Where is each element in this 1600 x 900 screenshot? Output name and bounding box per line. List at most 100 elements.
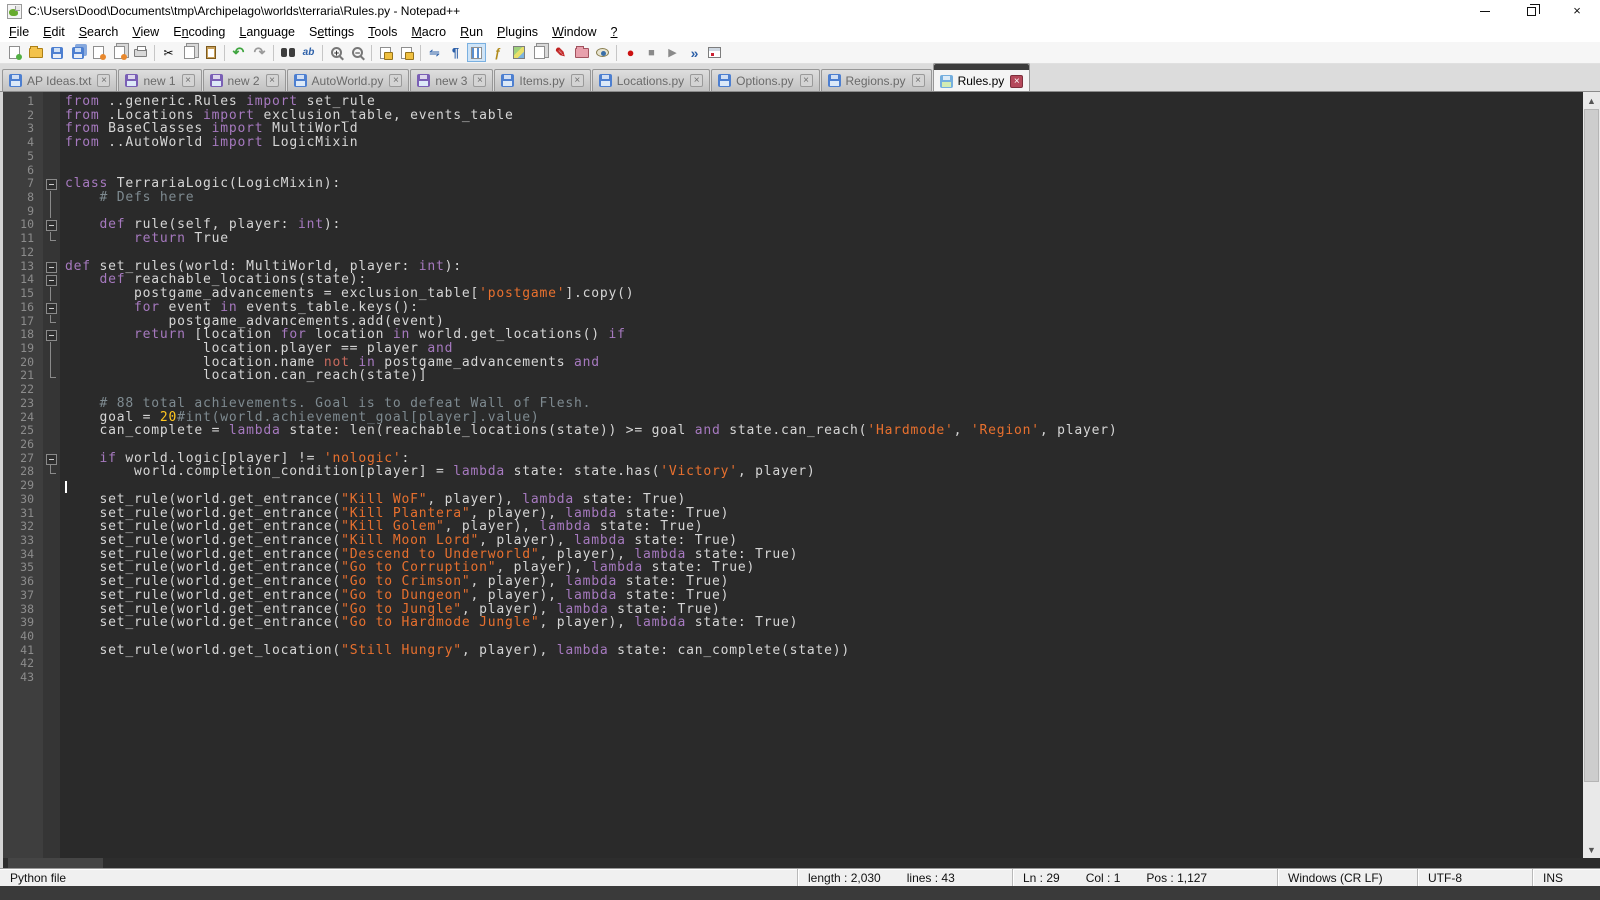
- line-number[interactable]: 33: [3, 534, 43, 548]
- close-button[interactable]: ×: [1554, 0, 1600, 22]
- tab-locations-py[interactable]: Locations.py×: [592, 69, 710, 91]
- line-number[interactable]: 32: [3, 520, 43, 534]
- tab-items-py[interactable]: Items.py×: [494, 69, 590, 91]
- line-number[interactable]: 30: [3, 493, 43, 507]
- vertical-scroll-thumb[interactable]: [1584, 109, 1599, 782]
- code-line-27[interactable]: if world.logic[player] != 'nologic':: [65, 452, 1583, 466]
- code-line-20[interactable]: location.name not in postgame_advancemen…: [65, 356, 1583, 370]
- line-number[interactable]: 11: [3, 232, 43, 246]
- close-icon[interactable]: [89, 43, 108, 62]
- code-line-4[interactable]: from ..AutoWorld import LogicMixin: [65, 136, 1583, 150]
- vertical-scrollbar[interactable]: ▲ ▼: [1583, 92, 1600, 858]
- line-number[interactable]: 10: [3, 218, 43, 232]
- tab-close-icon[interactable]: ×: [266, 74, 279, 87]
- editor[interactable]: 1234567891011121314151617181920212223242…: [0, 92, 1600, 858]
- menu-item-encoding[interactable]: Encoding: [166, 23, 232, 41]
- menu-item-help[interactable]: ?: [604, 23, 625, 41]
- tab-close-icon[interactable]: ×: [389, 74, 402, 87]
- code-line-16[interactable]: for event in events_table.keys():: [65, 301, 1583, 315]
- line-number[interactable]: 31: [3, 507, 43, 521]
- line-number[interactable]: 25: [3, 424, 43, 438]
- line-number[interactable]: 35: [3, 561, 43, 575]
- cut-icon[interactable]: ✂: [159, 43, 178, 62]
- tab-close-icon[interactable]: ×: [800, 74, 813, 87]
- menu-item-macro[interactable]: Macro: [404, 23, 453, 41]
- edge-marker-icon[interactable]: ✎: [551, 43, 570, 62]
- tab-new-3[interactable]: new 3×: [410, 69, 493, 91]
- menu-item-window[interactable]: Window: [545, 23, 603, 41]
- macro-stop-icon[interactable]: ■: [642, 43, 661, 62]
- show-all-characters-icon[interactable]: ¶: [446, 43, 465, 62]
- tab-close-icon[interactable]: ×: [473, 74, 486, 87]
- status-encoding[interactable]: UTF-8: [1417, 869, 1532, 886]
- code-line-31[interactable]: set_rule(world.get_entrance("Kill Plante…: [65, 507, 1583, 521]
- horizontal-scroll-thumb[interactable]: [8, 858, 103, 868]
- save-all-icon[interactable]: [68, 43, 87, 62]
- line-number[interactable]: 39: [3, 616, 43, 630]
- line-number[interactable]: 13: [3, 260, 43, 274]
- code-line-32[interactable]: set_rule(world.get_entrance("Kill Golem"…: [65, 520, 1583, 534]
- line-number[interactable]: 12: [3, 246, 43, 260]
- paste-icon[interactable]: [201, 43, 220, 62]
- code-line-34[interactable]: set_rule(world.get_entrance("Descend to …: [65, 548, 1583, 562]
- menu-item-view[interactable]: View: [125, 23, 166, 41]
- line-number[interactable]: 20: [3, 356, 43, 370]
- code-line-1[interactable]: from ..generic.Rules import set_rule: [65, 95, 1583, 109]
- close-all-icon[interactable]: [110, 43, 129, 62]
- open-file-icon[interactable]: [26, 43, 45, 62]
- macro-save-icon[interactable]: [705, 43, 724, 62]
- line-number[interactable]: 6: [3, 164, 43, 178]
- line-number-gutter[interactable]: 1234567891011121314151617181920212223242…: [3, 92, 43, 858]
- tab-ap-ideas-txt[interactable]: AP Ideas.txt×: [2, 69, 117, 91]
- indent-guide-icon[interactable]: [467, 43, 486, 62]
- line-number[interactable]: 34: [3, 548, 43, 562]
- fold-collapse-icon[interactable]: [43, 301, 60, 315]
- tab-new-2[interactable]: new 2×: [203, 69, 286, 91]
- line-number[interactable]: 41: [3, 644, 43, 658]
- line-number[interactable]: 29: [3, 479, 43, 493]
- line-number[interactable]: 5: [3, 150, 43, 164]
- file-monitoring-icon[interactable]: [593, 43, 612, 62]
- code-line-6[interactable]: [65, 164, 1583, 178]
- line-number[interactable]: 3: [3, 122, 43, 136]
- line-number[interactable]: 18: [3, 328, 43, 342]
- print-icon[interactable]: [131, 43, 150, 62]
- code-line-36[interactable]: set_rule(world.get_entrance("Go to Crims…: [65, 575, 1583, 589]
- line-number[interactable]: 26: [3, 438, 43, 452]
- tab-new-1[interactable]: new 1×: [118, 69, 201, 91]
- line-number[interactable]: 37: [3, 589, 43, 603]
- menu-item-settings[interactable]: Settings: [302, 23, 361, 41]
- tab-close-icon[interactable]: ×: [182, 74, 195, 87]
- fold-collapse-icon[interactable]: [43, 273, 60, 287]
- code-line-42[interactable]: [65, 657, 1583, 671]
- tab-options-py[interactable]: Options.py×: [711, 69, 819, 91]
- code-line-7[interactable]: class TerrariaLogic(LogicMixin):: [65, 177, 1583, 191]
- save-icon[interactable]: [47, 43, 66, 62]
- line-number[interactable]: 21: [3, 369, 43, 383]
- code-line-28[interactable]: world.completion_condition[player] = lam…: [65, 465, 1583, 479]
- line-number[interactable]: 1: [3, 95, 43, 109]
- fold-collapse-icon[interactable]: [43, 260, 60, 274]
- fold-margin[interactable]: [43, 92, 60, 858]
- code-line-8[interactable]: # Defs here: [65, 191, 1583, 205]
- restore-button[interactable]: [1508, 0, 1554, 22]
- function-list-icon[interactable]: ƒ: [488, 43, 507, 62]
- code-line-40[interactable]: [65, 630, 1583, 644]
- code-line-10[interactable]: def rule(self, player: int):: [65, 218, 1583, 232]
- line-number[interactable]: 15: [3, 287, 43, 301]
- line-number[interactable]: 42: [3, 657, 43, 671]
- find-icon[interactable]: [278, 43, 297, 62]
- code-line-9[interactable]: [65, 205, 1583, 219]
- code-line-12[interactable]: [65, 246, 1583, 260]
- code-line-35[interactable]: set_rule(world.get_entrance("Go to Corru…: [65, 561, 1583, 575]
- tab-close-icon[interactable]: ×: [690, 74, 703, 87]
- line-number[interactable]: 17: [3, 315, 43, 329]
- code-line-18[interactable]: return [location for location in world.g…: [65, 328, 1583, 342]
- document-map-icon[interactable]: [509, 43, 528, 62]
- folder-as-workspace-icon[interactable]: [572, 43, 591, 62]
- code-line-39[interactable]: set_rule(world.get_entrance("Go to Hardm…: [65, 616, 1583, 630]
- code-line-24[interactable]: goal = 20#int(world.achievement_goal[pla…: [65, 411, 1583, 425]
- scroll-up-arrow-icon[interactable]: ▲: [1583, 92, 1600, 109]
- code-line-2[interactable]: from .Locations import exclusion_table, …: [65, 109, 1583, 123]
- code-line-11[interactable]: return True: [65, 232, 1583, 246]
